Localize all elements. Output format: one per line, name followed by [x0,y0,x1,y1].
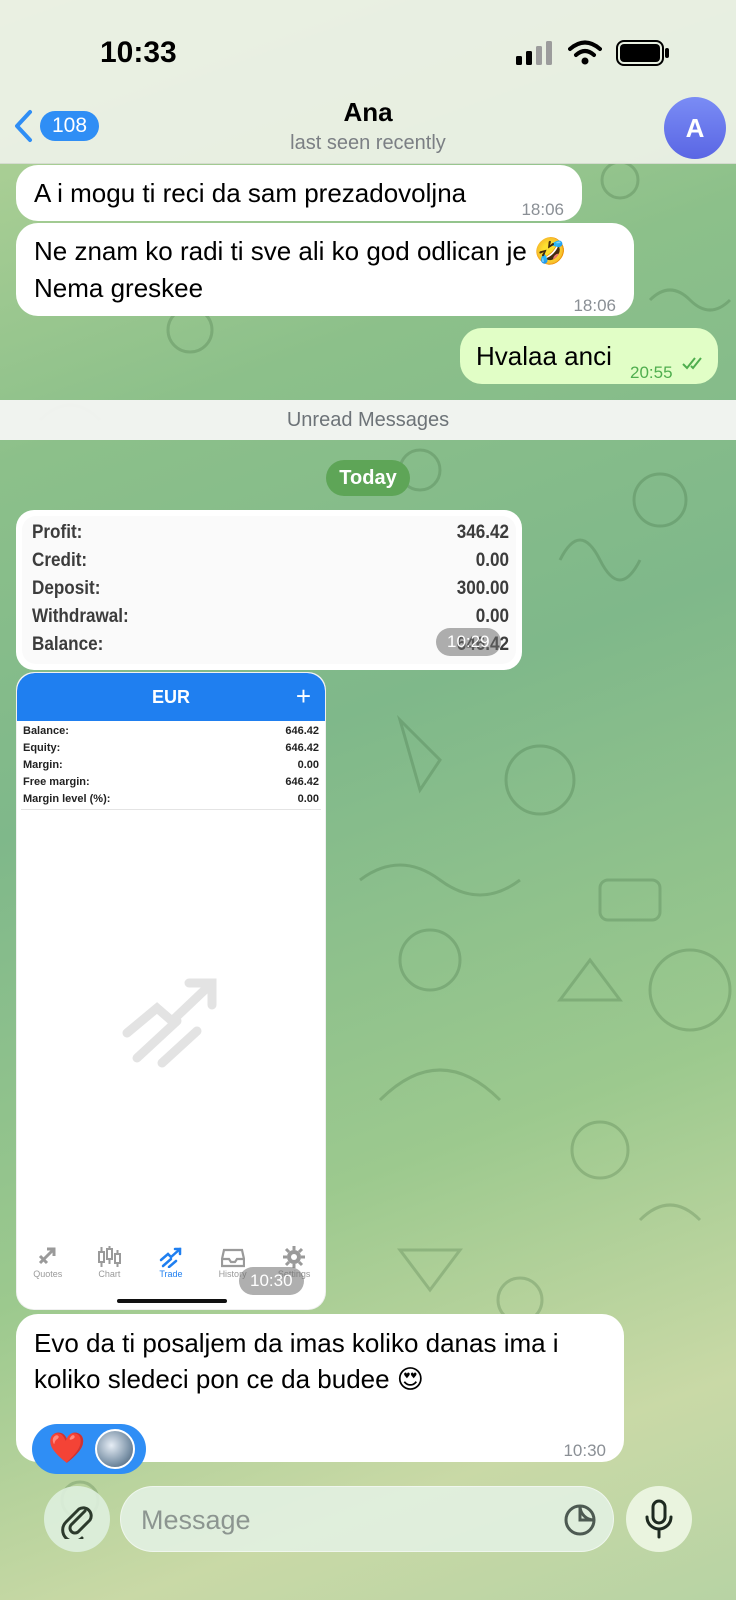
trade-label: Margin level (%): [23,793,111,805]
sticker-icon[interactable] [563,1503,597,1537]
trade-value: 0.00 [297,759,319,771]
photo-time: 10:30 [239,1267,304,1295]
message-text: Hvalaa anci [476,341,612,371]
trade-icon [159,1247,182,1268]
message-input[interactable] [141,1501,541,1539]
trade-header: EUR + [17,673,325,721]
chat-title[interactable]: Ana [0,97,736,128]
candles-icon [98,1246,122,1267]
wifi-icon [568,40,602,65]
photo-message-trade[interactable]: EUR + Balance: 646.42 Equity: 646.42 Mar… [16,672,326,1310]
message-time: 10:30 [563,1441,606,1460]
nav-item-quotes: Quotes [19,1245,77,1295]
trade-placeholder-icon [122,978,217,1068]
photo-message-summary[interactable]: Profit: 346.42 Credit: 0.00 Deposit: 300… [16,510,522,670]
summary-label: Profit: [32,522,83,543]
trade-row: Margin level (%): 0.00 [23,793,319,810]
message-text-line-1: Ne znam ko radi ti sve ali ko god odlica… [34,236,567,266]
message-bubble-incoming[interactable]: Ne znam ko radi ti sve ali ko god odlica… [16,223,634,316]
message-text-line-2: koliko sledeci pon ce da budee 😍 [34,1364,424,1394]
trade-row: Free margin: 646.42 [23,776,319,793]
message-text-line-2: Nema greskee [34,273,204,303]
status-bar: 10:33 [0,0,736,100]
trade-label: Equity: [23,742,61,754]
attach-button[interactable] [44,1486,110,1552]
message-time: 20:55 [630,363,673,382]
battery-icon [616,40,669,66]
gear-icon [283,1246,306,1268]
avatar[interactable]: A [664,97,726,159]
trade-value: 646.42 [285,725,319,737]
quotes-icon [38,1247,56,1265]
plus-icon: + [295,681,311,711]
trade-value: 0.00 [297,793,319,805]
double-check-icon [682,357,702,370]
message-time: 18:06 [573,296,616,315]
nav-item-chart: Chart [80,1245,138,1295]
trade-value: 646.42 [285,742,319,754]
unread-messages-divider: Unread Messages [0,400,736,440]
trade-row: Margin: 0.00 [23,759,319,776]
trade-value: 646.42 [285,776,319,788]
summary-value: 346.42 [456,522,509,543]
date-separator: Today [326,460,410,496]
summary-label: Credit: [32,550,88,571]
summary-row: Deposit: 300.00 [32,578,509,605]
trade-label: Free margin: [23,776,90,788]
status-time: 10:33 [100,36,177,69]
summary-value: 0.00 [475,550,509,571]
heart-reaction-icon: ❤️ [48,1432,86,1465]
divider [21,809,321,810]
summary-label: Balance: [32,634,104,655]
message-text-line-1: Evo da ti posaljem da imas koliko danas … [34,1328,559,1358]
inbox-icon [220,1248,245,1268]
paperclip-icon [61,1506,93,1539]
message-bubble-incoming[interactable]: A i mogu ti reci da sam prezadovoljna 18… [16,165,582,221]
message-bubble-incoming[interactable]: Evo da ti posaljem da imas koliko danas … [16,1314,624,1474]
reactions-pill[interactable]: ❤️ [32,1424,146,1474]
summary-row: Withdrawal: 0.00 [32,606,509,633]
summary-label: Withdrawal: [32,606,129,627]
home-indicator [117,1299,227,1303]
chat-subtitle: last seen recently [290,132,446,154]
summary-label: Deposit: [32,578,101,599]
nav-label: Chart [98,1269,121,1279]
summary-row: Profit: 346.42 [32,522,509,549]
trade-label: Balance: [23,725,69,737]
microphone-button[interactable] [626,1486,692,1552]
reactor-avatar [95,1429,136,1469]
cellular-signal-icon [516,41,552,65]
message-bubble-outgoing[interactable]: Hvalaa anci 20:55 [460,328,718,384]
microphone-icon [645,1499,673,1539]
message-input-container[interactable] [120,1486,614,1552]
trade-label: Margin: [23,759,63,771]
summary-row: Credit: 0.00 [32,550,509,577]
photo-time: 10:29 [436,628,501,656]
message-text: A i mogu ti reci da sam prezadovoljna [34,178,467,208]
summary-value: 300.00 [456,578,509,599]
currency-title: EUR [151,687,190,707]
nav-item-trade: Trade [142,1245,200,1295]
nav-label: Trade [159,1269,183,1279]
nav-label: Quotes [33,1269,63,1279]
trade-row: Equity: 646.42 [23,742,319,759]
trade-row: Balance: 646.42 [23,725,319,742]
